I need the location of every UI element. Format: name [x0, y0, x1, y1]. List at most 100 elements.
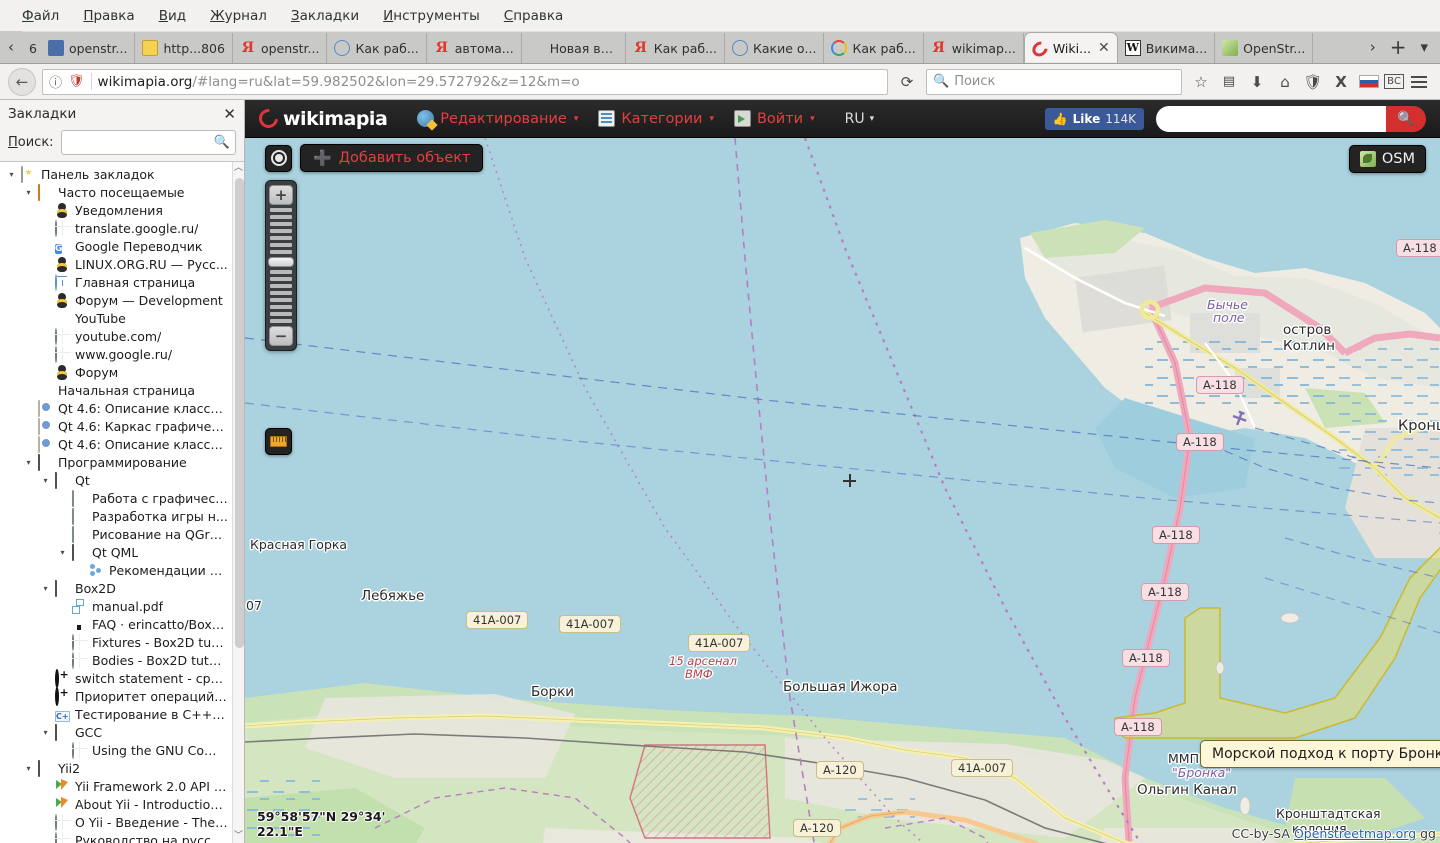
bookmark-item-row[interactable]: Рекомендации п...: [0, 562, 232, 580]
bookmark-folder-row[interactable]: ▾ Панель закладок: [0, 165, 232, 184]
tab-active[interactable]: Wiki... ✕: [1023, 32, 1118, 63]
bookmarks-scrollbar[interactable]: ︿ ﹀: [231, 161, 244, 843]
nav-item-editing[interactable]: Редактирование ▾: [417, 110, 578, 127]
search-icon[interactable]: 🔍: [1386, 105, 1426, 132]
bookmark-item-row[interactable]: Работа с графическ...: [0, 489, 232, 508]
bookmark-folder-row[interactable]: ▾ Qt: [0, 471, 232, 490]
bookmark-item-row[interactable]: Форум: [0, 364, 232, 382]
tab-item[interactable]: Какие о...: [725, 33, 825, 63]
bookmark-item-row[interactable]: Начальная страница: [0, 382, 232, 400]
bookmark-item-row[interactable]: Руководство на русск...: [0, 831, 232, 843]
twisty-open-icon[interactable]: ▾: [57, 548, 68, 557]
bookmark-folder-row[interactable]: ▾ Yii2: [0, 759, 232, 778]
bookmark-item-row[interactable]: Уведомления: [0, 202, 232, 220]
bookmark-item-row[interactable]: Bodies - Box2D tutor...: [0, 651, 232, 670]
menu-item-help[interactable]: Справка: [492, 4, 576, 28]
scroll-up-icon[interactable]: ︿: [234, 162, 243, 175]
home-icon[interactable]: ⌂: [1272, 69, 1298, 95]
menu-item-bookmarks[interactable]: Закладки: [279, 4, 371, 28]
menu-item-tools[interactable]: Инструменты: [371, 4, 492, 28]
tab-overflow-count[interactable]: 6: [22, 33, 41, 63]
bookmark-folder-row[interactable]: ▾ Часто посещаемые: [0, 183, 232, 202]
bookmark-item-row[interactable]: Yii Framework 2.0 API D...: [0, 778, 232, 796]
tab-item[interactable]: Яopenstr...: [232, 33, 328, 63]
bookmark-item-row[interactable]: FAQ · erincatto/Box2...: [0, 616, 232, 634]
shield-blocked-icon[interactable]: 🛡: [68, 74, 85, 89]
reader-mode-icon[interactable]: ▤: [1216, 69, 1242, 95]
zoom-out-button[interactable]: −: [269, 326, 293, 346]
list-all-tabs-button[interactable]: ▾: [1414, 38, 1434, 56]
attribution-link[interactable]: Openstreetmap.org: [1294, 826, 1416, 841]
bookmark-item-row[interactable]: switch statement - cppr...: [0, 668, 232, 688]
layer-switch-osm-button[interactable]: OSM: [1348, 145, 1426, 173]
bookmarks-search-input[interactable]: 🔍: [60, 129, 236, 155]
wikimapia-logo[interactable]: wikimapia: [255, 105, 388, 132]
bookmark-item-row[interactable]: YouTube: [0, 310, 232, 328]
scroll-down-icon[interactable]: ﹀: [234, 830, 243, 843]
bookmark-item-row[interactable]: Qt 4.6: Описание класса ...: [0, 399, 232, 418]
hamburger-menu-icon[interactable]: [1406, 69, 1432, 95]
wikimapia-search-input[interactable]: [1156, 105, 1386, 132]
target-icon[interactable]: [265, 144, 292, 172]
zoom-in-button[interactable]: +: [269, 185, 293, 205]
tab-item[interactable]: Как раб...: [824, 33, 924, 63]
tab-item[interactable]: Как раб...: [327, 33, 427, 63]
bookmark-item-row[interactable]: Приоритет операций ...: [0, 686, 232, 706]
tab-item[interactable]: Яwikimap...: [923, 33, 1024, 63]
tab-item[interactable]: W Викима...: [1117, 33, 1216, 63]
menu-item-view[interactable]: Вид: [147, 4, 198, 28]
twisty-open-icon[interactable]: ▾: [23, 764, 34, 773]
url-bar[interactable]: ⓘ 🛡 wikimapia.org/#lang=ru&lat=59.982502…: [42, 68, 888, 95]
bookmark-star-icon[interactable]: ☆: [1188, 69, 1214, 95]
shield-icon[interactable]: 🛡: [1300, 69, 1326, 95]
tab-scroll-right-button[interactable]: ›: [1364, 38, 1382, 56]
bookmark-item-row[interactable]: О Yii - Введение - The D...: [0, 813, 232, 832]
close-icon[interactable]: ✕: [1098, 40, 1110, 56]
bookmark-item-row[interactable]: About Yii - Introduction...: [0, 796, 232, 814]
bookmark-item-row[interactable]: youtube.com/: [0, 327, 232, 346]
bookmark-folder-row[interactable]: ▾ Qt QML: [0, 543, 232, 562]
bookmark-item-row[interactable]: Главная страница: [0, 273, 232, 292]
flag-ru-icon[interactable]: [1356, 69, 1382, 95]
bookmark-item-row[interactable]: www.google.ru/: [0, 345, 232, 364]
tab-item[interactable]: OpenStr...: [1215, 33, 1314, 63]
menu-item-edit[interactable]: Правка: [71, 4, 146, 28]
search-input[interactable]: 🔍 Поиск: [926, 68, 1182, 95]
bookmark-item-row[interactable]: Рисование на QGra...: [0, 525, 232, 544]
scrollbar-thumb[interactable]: [234, 177, 244, 648]
bookmark-item-row[interactable]: Using the GNU Com...: [0, 741, 232, 760]
zoom-slider[interactable]: + −: [265, 180, 297, 351]
info-icon[interactable]: ⓘ: [49, 72, 62, 91]
tab-item[interactable]: Яавтома...: [426, 33, 522, 63]
twisty-open-icon[interactable]: ▾: [40, 584, 51, 593]
bookmark-folder-row[interactable]: ▾ GCC: [0, 723, 232, 742]
nav-item-login[interactable]: Войти ▾: [733, 110, 815, 127]
bookmark-item-row[interactable]: G Google Переводчик: [0, 238, 232, 256]
twisty-open-icon[interactable]: ▾: [6, 170, 17, 179]
bookmark-folder-row[interactable]: ▾ Box2D: [0, 579, 232, 598]
bookmark-item-row[interactable]: Разработка игры н...: [0, 507, 232, 526]
bookmark-item-row[interactable]: Форум — Development: [0, 292, 232, 310]
add-object-button[interactable]: ➕ Добавить объект: [300, 144, 484, 172]
tab-item[interactable]: Я Как раб...: [625, 33, 725, 63]
twisty-open-icon[interactable]: ▾: [23, 188, 34, 197]
menu-item-history[interactable]: Журнал: [198, 4, 279, 28]
map-canvas[interactable]: Красная Горка Лебяжье Борки Большая Ижора Ол…: [245, 138, 1440, 843]
ruler-icon[interactable]: [265, 428, 292, 455]
bookmark-item-row[interactable]: C+ Тестирование в C++: ст...: [0, 706, 232, 724]
twisty-open-icon[interactable]: ▾: [40, 728, 51, 737]
back-arrow-icon[interactable]: ←: [8, 67, 36, 96]
downloads-icon[interactable]: ⬇: [1244, 69, 1270, 95]
adblock-icon[interactable]: X: [1328, 69, 1354, 95]
zoom-slider-thumb[interactable]: [268, 257, 294, 267]
language-selector[interactable]: RU ▾: [845, 111, 875, 127]
close-icon[interactable]: ✕: [223, 105, 236, 123]
bookmark-item-row[interactable]: Fixtures - Box2D tut...: [0, 633, 232, 652]
menu-item-file[interactable]: Файл: [10, 4, 71, 28]
tab-item[interactable]: Новая вкла...: [521, 33, 626, 63]
bookmark-folder-row[interactable]: ▾ Программирование: [0, 453, 232, 472]
tab-item[interactable]: http...806: [135, 33, 233, 63]
bookmark-item-row[interactable]: Qt 4.6: Каркас графическ...: [0, 417, 232, 436]
tab-scroll-left-button[interactable]: ‹: [0, 31, 22, 63]
bookmark-item-row[interactable]: manual.pdf: [0, 598, 232, 616]
